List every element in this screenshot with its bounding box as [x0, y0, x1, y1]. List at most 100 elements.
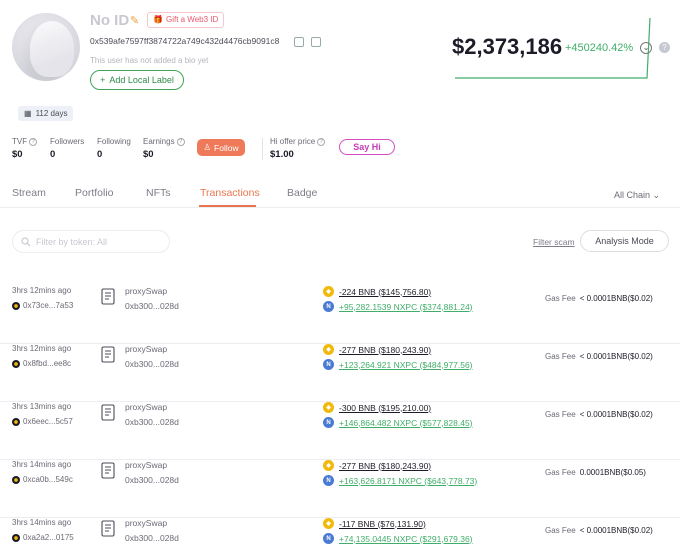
tx-in-amount[interactable]: N +163,626.8171 NXPC ($643,778.73) [323, 475, 477, 486]
tx-from[interactable]: 0x73ce...7a53 [12, 301, 73, 310]
user-icon: ♙ [203, 142, 212, 152]
tx-out-amount[interactable]: ◆ -117 BNB ($76,131.90) [323, 518, 426, 529]
search-icon [21, 236, 31, 246]
tx-in-amount[interactable]: N +146,864.482 NXPC ($577,828.45) [323, 417, 473, 428]
gift-icon: 🎁 [153, 15, 163, 24]
tx-contract[interactable]: 0xb300...028d [125, 475, 179, 485]
pencil-icon[interactable]: ✎ [130, 14, 142, 27]
bnb-chain-icon [12, 359, 20, 368]
nxpc-icon: N [323, 475, 334, 486]
chevron-down-icon: ⌄ [652, 190, 661, 200]
tx-method: proxySwap [125, 402, 168, 412]
tab-nfts[interactable]: NFTs [146, 187, 171, 199]
gift-web3-id-button[interactable]: 🎁 Gift a Web3 ID [147, 12, 225, 28]
tx-contract[interactable]: 0xb300...028d [125, 301, 179, 311]
tx-from[interactable]: 0x6eec...5c57 [12, 417, 73, 426]
tab-stream[interactable]: Stream [12, 187, 46, 199]
nxpc-icon: N [323, 417, 334, 428]
transaction-row[interactable]: 3hrs 14mins ago 0xca0b...549c proxySwap … [0, 460, 680, 518]
qr-code-icon[interactable] [311, 37, 321, 47]
tx-out-amount[interactable]: ◆ -300 BNB ($195,210.00) [323, 402, 431, 413]
transaction-row[interactable]: 3hrs 14mins ago 0xa2a2...0175 proxySwap … [0, 518, 680, 560]
wallet-address: 0x539afe7597ff3874722a749c432d4476cb9091… [90, 36, 280, 46]
tx-contract[interactable]: 0xb300...028d [125, 359, 179, 369]
gas-fee-label: Gas Fee [545, 468, 576, 477]
tx-method: proxySwap [125, 460, 168, 470]
bnb-icon: ◆ [323, 460, 334, 471]
bnb-icon: ◆ [323, 518, 334, 529]
tx-from[interactable]: 0x8fbd...ee8c [12, 359, 71, 368]
tx-out-text: -277 BNB ($180,243.90) [339, 460, 432, 471]
copy-icon[interactable] [294, 37, 304, 47]
analysis-mode-button[interactable]: Analysis Mode [580, 230, 669, 252]
tx-in-text: +123,264.921 NXPC ($484,977.56) [339, 359, 473, 370]
tx-out-text: -117 BNB ($76,131.90) [339, 518, 426, 529]
info-icon: ? [176, 137, 185, 146]
tvf-label: TVF [12, 137, 28, 146]
following-stat[interactable]: Following 0 [97, 137, 131, 160]
followers-stat[interactable]: Followers 0 [50, 137, 84, 160]
tx-method: proxySwap [125, 518, 168, 528]
tx-from[interactable]: 0xa2a2...0175 [12, 533, 74, 542]
chevron-down-icon[interactable]: ⌄ [640, 42, 652, 54]
follow-button[interactable]: ♙ Follow [197, 139, 245, 156]
tabs-divider [0, 207, 680, 208]
bnb-chain-icon [12, 533, 20, 542]
tx-time: 3hrs 12mins ago [12, 286, 72, 295]
tx-contract[interactable]: 0xb300...028d [125, 533, 179, 543]
tx-gas-fee: Gas Fee < 0.0001BNB($0.02) [545, 352, 653, 361]
gas-fee-value: < 0.0001BNB($0.02) [579, 352, 653, 361]
tab-transactions[interactable]: Transactions [200, 187, 260, 199]
info-icon: ? [29, 137, 38, 146]
calendar-icon: ▦ [24, 109, 32, 118]
tx-method: proxySwap [125, 286, 168, 296]
followers-value: 0 [50, 149, 56, 160]
tx-out-text: -224 BNB ($145,756.80) [339, 286, 432, 297]
add-local-label-button[interactable]: + Add Local Label [90, 70, 184, 90]
tx-out-amount[interactable]: ◆ -277 BNB ($180,243.90) [323, 344, 431, 355]
gas-fee-value: < 0.0001BNB($0.02) [579, 294, 653, 303]
say-hi-button[interactable]: Say Hi [339, 139, 395, 155]
active-tab-indicator [199, 205, 256, 207]
tx-gas-fee: Gas Fee < 0.0001BNB($0.02) [545, 526, 653, 535]
tx-in-amount[interactable]: N +95,282.1539 NXPC ($374,881.24) [323, 301, 473, 312]
tx-in-text: +74,135.0445 NXPC ($291,679.36) [339, 533, 473, 544]
tx-out-text: -277 BNB ($180,243.90) [339, 344, 432, 355]
tx-time: 3hrs 14mins ago [12, 518, 72, 527]
bio-text: This user has not added a bio yet [90, 56, 209, 65]
token-filter-input[interactable]: Filter by token: All [12, 230, 170, 253]
filter-scam-link[interactable]: Filter scam [533, 237, 575, 247]
tx-out-amount[interactable]: ◆ -277 BNB ($180,243.90) [323, 460, 431, 471]
tx-out-amount[interactable]: ◆ -224 BNB ($145,756.80) [323, 286, 431, 297]
tab-badge[interactable]: Badge [287, 187, 317, 199]
tx-gas-fee: Gas Fee < 0.0001BNB($0.02) [545, 294, 653, 303]
tx-in-amount[interactable]: N +74,135.0445 NXPC ($291,679.36) [323, 533, 473, 544]
tx-in-text: +95,282.1539 NXPC ($374,881.24) [339, 301, 473, 312]
tx-contract[interactable]: 0xb300...028d [125, 417, 179, 427]
tx-in-amount[interactable]: N +123,264.921 NXPC ($484,977.56) [323, 359, 473, 370]
bnb-chain-icon [12, 301, 20, 310]
transaction-row[interactable]: 3hrs 12mins ago 0x73ce...7a53 proxySwap … [0, 286, 680, 344]
transaction-row[interactable]: 3hrs 12mins ago 0x8fbd...ee8c proxySwap … [0, 344, 680, 402]
gas-fee-label: Gas Fee [545, 294, 576, 303]
chain-selector[interactable]: All Chain ⌄ [614, 190, 660, 201]
divider [262, 138, 263, 160]
gas-fee-label: Gas Fee [545, 410, 576, 419]
contract-icon [101, 346, 115, 363]
nxpc-icon: N [323, 359, 334, 370]
gift-label: Gift a Web3 ID [165, 15, 219, 24]
chain-selector-label: All Chain [614, 190, 651, 200]
earnings-value: $0 [143, 149, 154, 160]
tx-in-text: +146,864.482 NXPC ($577,828.45) [339, 417, 473, 428]
gas-fee-value: < 0.0001BNB($0.02) [579, 526, 653, 535]
tx-gas-fee: Gas Fee 0.0001BNB($0.05) [545, 468, 646, 477]
tx-from[interactable]: 0xca0b...549c [12, 475, 73, 484]
help-icon[interactable]: ? [659, 42, 670, 53]
bnb-icon: ◆ [323, 344, 334, 355]
tx-out-text: -300 BNB ($195,210.00) [339, 402, 432, 413]
following-value: 0 [97, 149, 103, 160]
bnb-icon: ◆ [323, 402, 334, 413]
transaction-row[interactable]: 3hrs 13mins ago 0x6eec...5c57 proxySwap … [0, 402, 680, 460]
tab-portfolio[interactable]: Portfolio [75, 187, 114, 199]
bnb-chain-icon [12, 417, 20, 426]
